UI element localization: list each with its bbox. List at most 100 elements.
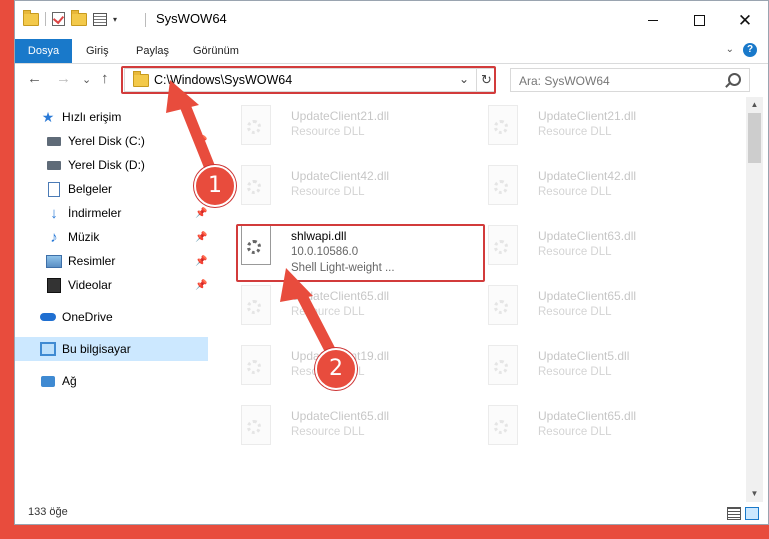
file-tile[interactable]: UpdateClient65.dll Resource DLL (219, 401, 449, 451)
file-tile[interactable]: UpdateClient65.dll Resource DLL (219, 281, 449, 331)
file-description: Resource DLL (538, 306, 612, 318)
address-highlight-box (121, 66, 496, 94)
maximize-icon (693, 14, 705, 26)
properties-icon[interactable] (93, 12, 107, 26)
document-icon (46, 181, 62, 197)
file-description: Resource DLL (291, 186, 365, 198)
file-tile[interactable]: UpdateClient5.dll Resource DLL (466, 341, 696, 391)
file-description: Resource DLL (538, 186, 612, 198)
file-tile[interactable]: UpdateClient63.dll Resource DLL (466, 221, 696, 271)
search-box[interactable]: Ara: SysWOW64 (510, 68, 750, 92)
sidebar-item-label: Yerel Disk (D:) (68, 158, 145, 172)
navigation-bar: ← → ⌄ ↑ C:\Windows\SysWOW64 ⌄ ↻ Ara: Sys… (15, 64, 768, 96)
minimize-button[interactable] (630, 1, 676, 39)
tab-share[interactable]: Paylaş (136, 39, 169, 63)
dll-file-icon (488, 225, 518, 265)
callout-badge-2: 2 (315, 348, 357, 390)
navigation-pane: ★ Hızlı erişim Yerel Disk (C:) 📌 Yerel D… (15, 97, 210, 502)
sidebar-item-pictures[interactable]: Resimler 📌 (15, 249, 208, 273)
title-bar: ▾ SysWOW64 ✕ (15, 1, 768, 39)
sidebar-item-this-pc[interactable]: Bu bilgisayar (15, 337, 208, 361)
details-view-icon[interactable] (727, 507, 741, 520)
file-tile[interactable]: UpdateClient21.dll Resource DLL (219, 101, 449, 151)
dll-file-icon (241, 345, 271, 385)
item-count: 133 öğe (28, 506, 68, 518)
sidebar-item-local-disk-c[interactable]: Yerel Disk (C:) 📌 (15, 129, 208, 153)
star-icon: ★ (41, 108, 55, 125)
dll-file-icon (488, 285, 518, 325)
file-name: UpdateClient21.dll (291, 109, 390, 123)
search-icon[interactable] (728, 73, 741, 86)
cloud-icon (40, 310, 56, 324)
back-button[interactable]: ← (27, 70, 42, 87)
maximize-button[interactable] (676, 1, 722, 39)
sidebar-item-label: Hızlı erişim (62, 110, 122, 124)
file-tile[interactable]: UpdateClient65.dll Resource DLL (466, 281, 696, 331)
scrollbar-thumb[interactable] (748, 113, 761, 163)
vertical-scrollbar[interactable]: ▲ ▼ (746, 97, 763, 502)
pin-icon[interactable]: 📌 (195, 232, 207, 243)
window-controls: ✕ (630, 1, 768, 39)
sidebar-item-videos[interactable]: Videolar 📌 (15, 273, 208, 297)
sidebar-item-quick-access[interactable]: ★ Hızlı erişim (15, 105, 208, 129)
sidebar-item-downloads[interactable]: ↓ İndirmeler 📌 (15, 201, 208, 225)
tab-home[interactable]: Giriş (86, 39, 109, 63)
recent-locations-button[interactable]: ⌄ (82, 73, 91, 86)
file-name: UpdateClient65.dll (538, 289, 637, 303)
minimize-icon (648, 19, 658, 21)
sidebar-item-label: Yerel Disk (C:) (68, 134, 145, 148)
sidebar-item-label: Müzik (68, 230, 100, 244)
file-tile[interactable]: UpdateClient42.dll Resource DLL (219, 161, 449, 211)
dll-file-icon (241, 105, 271, 145)
close-icon: ✕ (737, 10, 753, 30)
file-name: UpdateClient63.dll (538, 229, 637, 243)
up-button[interactable]: ↑ (101, 70, 109, 87)
folder-icon (23, 9, 39, 26)
quick-access-toolbar: ▾ (23, 9, 117, 26)
file-name: UpdateClient5.dll (538, 349, 630, 363)
title-divider (145, 13, 146, 27)
pin-icon[interactable]: 📌 (195, 280, 207, 291)
tab-view[interactable]: Görünüm (193, 39, 239, 63)
file-description: Resource DLL (538, 246, 612, 258)
pin-icon[interactable]: 📌 (195, 256, 207, 267)
sidebar-item-network[interactable]: Ağ (15, 369, 208, 393)
dll-file-icon (241, 165, 271, 205)
sidebar-item-documents[interactable]: Belgeler (15, 177, 208, 201)
sidebar-item-onedrive[interactable]: OneDrive (15, 305, 208, 329)
sidebar-item-local-disk-d[interactable]: Yerel Disk (D:) (15, 153, 208, 177)
collapse-ribbon-icon[interactable]: ⌄ (726, 44, 734, 55)
disk-icon (46, 134, 62, 148)
file-tile[interactable]: UpdateClient65.dll Resource DLL (466, 401, 696, 451)
sidebar-item-music[interactable]: ♪ Müzik 📌 (15, 225, 208, 249)
pin-icon[interactable]: 📌 (195, 136, 207, 147)
file-tile[interactable]: UpdateClient42.dll Resource DLL (466, 161, 696, 211)
file-name: UpdateClient21.dll (538, 109, 637, 123)
new-folder-icon[interactable] (71, 9, 87, 26)
file-highlight-box (236, 224, 485, 282)
dll-file-icon (488, 105, 518, 145)
customize-toolbar-icon[interactable]: ▾ (113, 15, 117, 24)
file-list: UpdateClient21.dll Resource DLL UpdateCl… (211, 97, 745, 502)
file-name: UpdateClient42.dll (291, 169, 390, 183)
tiles-view-icon[interactable] (745, 507, 759, 520)
music-icon: ♪ (50, 228, 58, 246)
tab-file[interactable]: Dosya (15, 39, 72, 63)
network-icon (40, 374, 56, 388)
file-description: Resource DLL (291, 306, 365, 318)
scroll-down-icon[interactable]: ▼ (746, 486, 763, 502)
file-description: Resource DLL (291, 126, 365, 138)
status-bar: 133 öğe (15, 502, 768, 524)
pin-icon[interactable]: 📌 (195, 208, 207, 219)
forward-button[interactable]: → (56, 70, 71, 87)
properties-check-icon[interactable] (52, 12, 65, 26)
sidebar-item-label: İndirmeler (68, 206, 122, 220)
help-icon[interactable]: ? (743, 43, 757, 57)
sidebar-item-label: OneDrive (62, 310, 113, 324)
scroll-up-icon[interactable]: ▲ (746, 97, 763, 113)
file-tile[interactable]: UpdateClient21.dll Resource DLL (466, 101, 696, 151)
explorer-window: ▾ SysWOW64 ✕ Dosya Giriş Paylaş Görünüm … (14, 0, 769, 525)
computer-icon (40, 342, 56, 356)
file-description: Resource DLL (538, 366, 612, 378)
close-button[interactable]: ✕ (722, 1, 768, 39)
